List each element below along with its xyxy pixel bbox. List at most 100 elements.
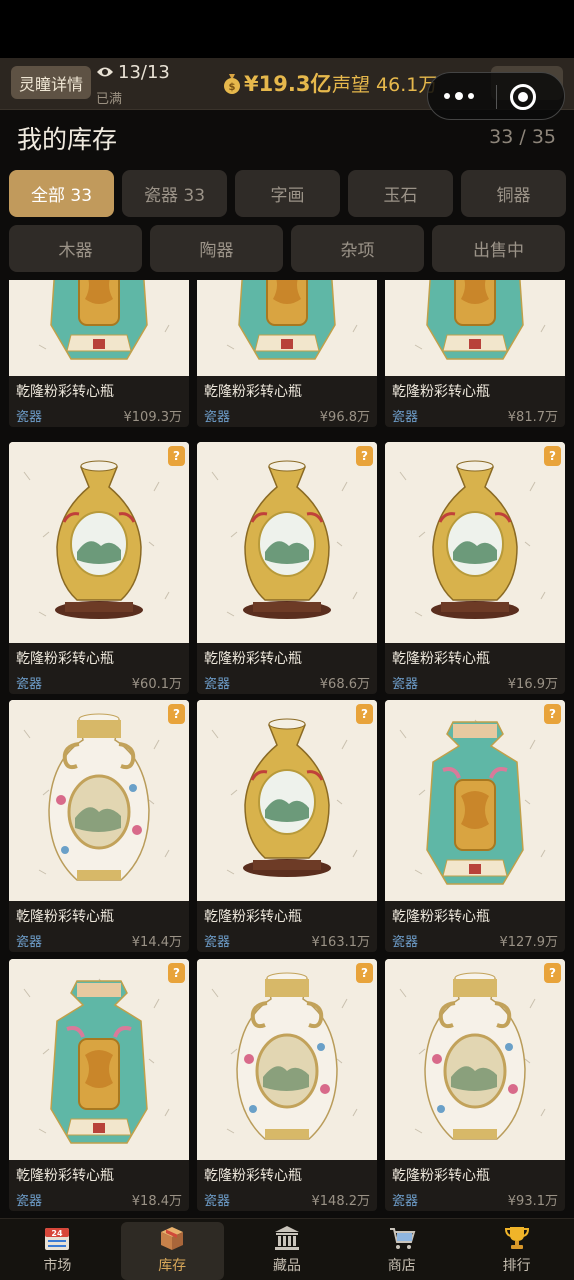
inventory-count: 33 / 35 — [489, 126, 556, 148]
inventory-card[interactable]: ? 乾隆粉彩转心瓶 瓷器 ¥68.6万 — [197, 442, 377, 694]
inventory-card[interactable]: ? 乾隆粉彩转心瓶 瓷器 ¥93.1万 — [385, 959, 565, 1211]
item-name: 乾隆粉彩转心瓶 — [392, 651, 490, 667]
item-price: ¥148.2万 — [311, 1194, 371, 1209]
box-icon — [161, 1227, 184, 1250]
vase-image — [385, 959, 565, 1160]
item-category: 瓷器 — [204, 935, 231, 950]
nav-label: 库存 — [158, 1258, 187, 1274]
inventory-card[interactable]: ? 乾隆粉彩转心瓶 瓷器 ¥18.4万 — [9, 959, 189, 1211]
detail-button[interactable]: 灵瞳详情 — [11, 66, 91, 99]
inventory-card[interactable]: ? 乾隆粉彩转心瓶 瓷器 ¥16.9万 — [385, 442, 565, 694]
tab-wood[interactable]: 木器 — [9, 225, 142, 272]
unidentified-badge: ? — [168, 446, 185, 466]
item-name: 乾隆粉彩转心瓶 — [392, 909, 490, 925]
unidentified-badge: ? — [544, 963, 561, 983]
vase-image — [9, 280, 189, 376]
item-price: ¥68.6万 — [319, 677, 370, 692]
vase-image — [9, 442, 189, 643]
item-category: 瓷器 — [204, 410, 231, 425]
vase-image — [197, 442, 377, 643]
inventory-card[interactable]: ? 乾隆粉彩转心瓶 瓷器 ¥163.1万 — [197, 700, 377, 952]
item-name: 乾隆粉彩转心瓶 — [16, 1168, 114, 1184]
item-category: 瓷器 — [16, 1194, 43, 1209]
museum-icon — [274, 1226, 299, 1250]
vase-image — [9, 959, 189, 1160]
item-category: 瓷器 — [204, 677, 231, 692]
filter-tabs-row-1: 全部 33 瓷器 33 字画 玉石 铜器 — [9, 170, 566, 217]
nav-label: 商店 — [387, 1258, 416, 1274]
tab-pottery[interactable]: 陶器 — [150, 225, 283, 272]
trophy-icon — [504, 1227, 529, 1249]
item-name: 乾隆粉彩转心瓶 — [204, 384, 302, 400]
item-name: 乾隆粉彩转心瓶 — [16, 909, 114, 925]
vase-image — [385, 442, 565, 643]
item-category: 瓷器 — [392, 677, 419, 692]
tab-bronze[interactable]: 铜器 — [461, 170, 566, 217]
calendar-badge: 24 — [52, 1229, 64, 1238]
tab-misc[interactable]: 杂项 — [291, 225, 424, 272]
item-category: 瓷器 — [16, 677, 43, 692]
item-price: ¥60.1万 — [131, 677, 182, 692]
filter-tabs-row-2: 木器 陶器 杂项 出售中 — [9, 225, 565, 272]
unidentified-badge: ? — [356, 704, 373, 724]
inventory-grid: 乾隆粉彩转心瓶 瓷器 ¥109.3万 乾隆粉彩转心瓶 瓷器 ¥96.8万 乾隆粉彩转心瓶 瓷器… — [0, 280, 574, 1218]
visitor-count: 13/13 — [118, 62, 170, 83]
vase-image — [9, 700, 189, 901]
tab-painting[interactable]: 字画 — [235, 170, 340, 217]
bottom-nav: 24 市场 库存 藏品 商店 排行 — [0, 1218, 574, 1280]
nav-shop[interactable]: 商店 — [344, 1219, 459, 1280]
more-options-icon[interactable] — [444, 92, 474, 100]
nav-collection[interactable]: 藏品 — [230, 1219, 345, 1280]
item-category: 瓷器 — [16, 410, 43, 425]
item-price: ¥14.4万 — [131, 935, 182, 950]
inventory-card[interactable]: ? 乾隆粉彩转心瓶 瓷器 ¥127.9万 — [385, 700, 565, 952]
item-price: ¥96.8万 — [319, 410, 370, 425]
item-name: 乾隆粉彩转心瓶 — [392, 384, 490, 400]
item-category: 瓷器 — [16, 935, 43, 950]
unidentified-badge: ? — [356, 963, 373, 983]
item-category: 瓷器 — [204, 1194, 231, 1209]
tab-selling[interactable]: 出售中 — [432, 225, 565, 272]
vase-image — [197, 280, 377, 376]
nav-label: 藏品 — [272, 1258, 301, 1274]
unidentified-badge: ? — [168, 704, 185, 724]
item-name: 乾隆粉彩转心瓶 — [16, 651, 114, 667]
inventory-card[interactable]: 乾隆粉彩转心瓶 瓷器 ¥109.3万 — [9, 280, 189, 427]
unidentified-badge: ? — [356, 446, 373, 466]
item-category: 瓷器 — [392, 410, 419, 425]
item-name: 乾隆粉彩转心瓶 — [392, 1168, 490, 1184]
vase-image — [385, 700, 565, 901]
unidentified-badge: ? — [544, 446, 561, 466]
item-price: ¥163.1万 — [311, 935, 371, 950]
unidentified-badge: ? — [168, 963, 185, 983]
item-price: ¥109.3万 — [123, 410, 183, 425]
svg-text:$: $ — [229, 82, 236, 93]
visitor-status: 已满 — [96, 92, 123, 107]
item-name: 乾隆粉彩转心瓶 — [204, 1168, 302, 1184]
money-value: ¥19.3亿 — [244, 72, 332, 96]
nav-ranking[interactable]: 排行 — [459, 1219, 574, 1280]
tab-porcelain[interactable]: 瓷器 33 — [122, 170, 227, 217]
tab-jade[interactable]: 玉石 — [348, 170, 453, 217]
item-price: ¥127.9万 — [499, 935, 559, 950]
vase-image — [197, 700, 377, 901]
calendar-icon: 24 — [45, 1228, 70, 1250]
tab-all[interactable]: 全部 33 — [9, 170, 114, 217]
nav-label: 排行 — [502, 1258, 531, 1274]
item-name: 乾隆粉彩转心瓶 — [16, 384, 114, 400]
cart-icon — [389, 1228, 416, 1249]
nav-inventory[interactable]: 库存 — [115, 1219, 230, 1280]
inventory-card[interactable]: ? 乾隆粉彩转心瓶 瓷器 ¥148.2万 — [197, 959, 377, 1211]
unidentified-badge: ? — [544, 704, 561, 724]
item-category: 瓷器 — [392, 935, 419, 950]
reputation-value: 声望 46.1万 — [332, 74, 438, 96]
nav-market[interactable]: 24 市场 — [0, 1219, 115, 1280]
page-title: 我的库存 — [17, 125, 118, 154]
close-target-icon[interactable] — [510, 84, 536, 110]
nav-label: 市场 — [43, 1258, 72, 1274]
item-category: 瓷器 — [392, 1194, 419, 1209]
inventory-card[interactable]: 乾隆粉彩转心瓶 瓷器 ¥81.7万 — [385, 280, 565, 427]
inventory-card[interactable]: ? 乾隆粉彩转心瓶 瓷器 ¥14.4万 — [9, 700, 189, 952]
inventory-card[interactable]: 乾隆粉彩转心瓶 瓷器 ¥96.8万 — [197, 280, 377, 427]
inventory-card[interactable]: ? 乾隆粉彩转心瓶 瓷器 ¥60.1万 — [9, 442, 189, 694]
